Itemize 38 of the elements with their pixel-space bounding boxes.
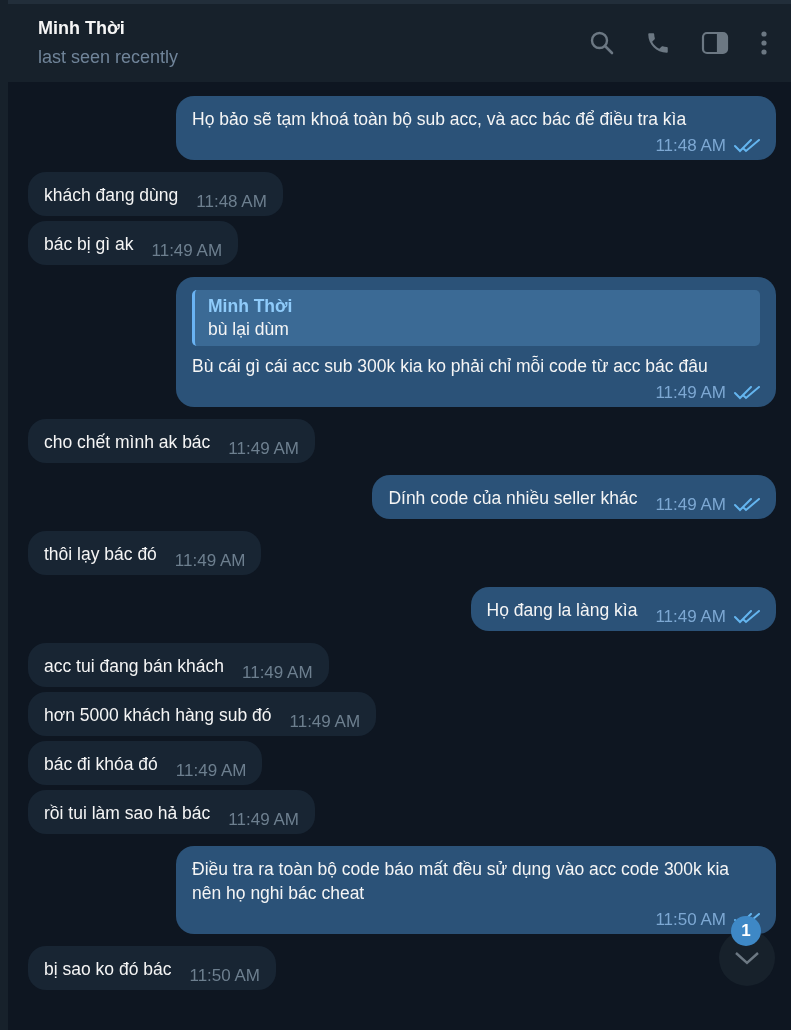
chevron-down-icon: [734, 951, 760, 965]
phone-icon[interactable]: [645, 30, 671, 56]
message-time: 11:49 AM: [289, 712, 361, 732]
message-text: Điều tra ra toàn bộ code báo mất đều sử dụng vào acc code 300k kia nên họ nghi bác cheat: [192, 858, 731, 905]
message-time: 11:49 AM: [655, 607, 726, 627]
message-text: acc tui đang bán khách: [44, 655, 224, 678]
more-options-icon[interactable]: [759, 30, 769, 56]
message-time: 11:48 AM: [655, 136, 726, 156]
message-text: bị sao ko đó bác: [44, 958, 172, 981]
contact-name: Minh Thời: [38, 18, 125, 39]
message-text: thôi lạy bác đó: [44, 543, 157, 566]
message-time: 11:50 AM: [189, 966, 261, 986]
message-time: 11:48 AM: [196, 192, 267, 212]
message-text: cho chết mình ak bác: [44, 431, 211, 454]
message-time: 11:49 AM: [242, 663, 313, 683]
message-time: 11:49 AM: [174, 551, 246, 571]
message-text: bác bị gì ak: [44, 233, 134, 256]
reply-quote[interactable]: Minh Thời bù lại dùm: [192, 290, 760, 346]
message-text: bác đi khóa đó: [44, 753, 158, 776]
message-text: khách đang dùng: [44, 184, 179, 207]
last-seen-status: last seen recently: [38, 47, 179, 68]
quote-author: Minh Thời: [208, 295, 293, 317]
message-text: Họ bảo sẽ tạm khoá toàn bộ sub acc, và acc bác để điều tra kìa: [192, 108, 687, 131]
message-text: Bù cái gì cái acc sub 300k kia ko phải chỉ mỗi code từ acc bác đâu: [192, 354, 708, 378]
search-icon[interactable]: [589, 30, 615, 56]
message-text: Họ đang la làng kìa: [486, 599, 638, 622]
message-time: 11:49 AM: [655, 383, 726, 403]
quote-text: bù lại dùm: [208, 318, 289, 341]
message-text: Dính code của nhiều seller khác: [388, 487, 638, 510]
message-time: 11:49 AM: [655, 495, 726, 515]
message-time: 11:49 AM: [228, 439, 299, 459]
message-text: rồi tui làm sao hả bác: [44, 802, 211, 825]
sidebar-toggle-icon[interactable]: [701, 30, 729, 56]
message-time: 11:49 AM: [175, 761, 247, 781]
message-time: 11:50 AM: [655, 910, 726, 930]
message-time: 11:49 AM: [228, 810, 299, 830]
message-text: hơn 5000 khách hàng sub đó: [44, 704, 272, 727]
message-time: 11:49 AM: [151, 241, 223, 261]
